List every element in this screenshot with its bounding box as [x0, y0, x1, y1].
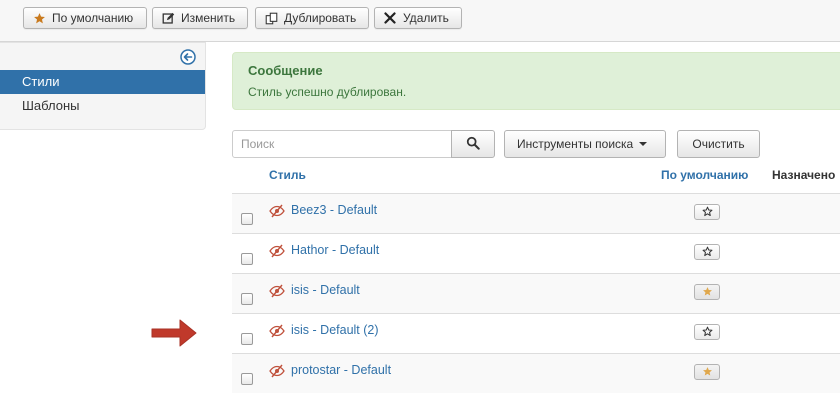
- duplicate-button[interactable]: Дублировать: [255, 7, 369, 29]
- eye-slash-icon: [269, 204, 285, 218]
- search-tools-button[interactable]: Инструменты поиска: [504, 130, 666, 158]
- clear-label: Очистить: [692, 137, 745, 151]
- clear-button[interactable]: Очистить: [677, 130, 760, 158]
- set-default-label: По умолчанию: [52, 11, 134, 25]
- duplicate-label: Дублировать: [284, 11, 357, 25]
- star-filled-icon: [702, 365, 713, 380]
- table-row: Beez3 - Default: [232, 193, 840, 233]
- style-name-link[interactable]: isis - Default (2): [291, 323, 379, 337]
- sidebar-item-label: Шаблоны: [22, 98, 80, 113]
- sidebar-item-styles[interactable]: Стили: [0, 70, 205, 94]
- style-name-link[interactable]: protostar - Default: [291, 363, 391, 377]
- search-input[interactable]: [232, 130, 452, 158]
- style-name-link[interactable]: Beez3 - Default: [291, 203, 377, 217]
- column-header-default[interactable]: По умолчанию: [661, 168, 748, 182]
- eye-slash-icon: [269, 244, 285, 258]
- eye-slash-icon: [269, 284, 285, 298]
- eye-slash-icon: [269, 364, 285, 378]
- row-checkbox[interactable]: [241, 213, 253, 225]
- toolbar: По умолчанию Изменить Дублировать Удалит…: [0, 0, 840, 42]
- table-row: Hathor - Default: [232, 233, 840, 273]
- search-tools-label: Инструменты поиска: [517, 137, 634, 151]
- message-heading: Сообщение: [248, 63, 323, 78]
- set-default-toggle[interactable]: [694, 204, 720, 220]
- copy-icon: [264, 11, 278, 25]
- star-icon: [32, 11, 46, 25]
- table-row: isis - Default: [232, 273, 840, 313]
- default-indicator: [694, 284, 720, 300]
- star-outline-icon: [702, 205, 713, 220]
- arrow-left-circle-icon[interactable]: [180, 49, 196, 65]
- row-checkbox[interactable]: [241, 253, 253, 265]
- chevron-down-icon: [639, 142, 648, 146]
- annotation-arrow-icon: [150, 315, 200, 351]
- edit-label: Изменить: [181, 11, 236, 25]
- table-row: protostar - Default: [232, 353, 840, 393]
- star-outline-icon: [702, 245, 713, 260]
- delete-button[interactable]: Удалить: [374, 7, 462, 29]
- star-filled-icon: [702, 285, 713, 300]
- style-name-link[interactable]: Hathor - Default: [291, 243, 379, 257]
- sidebar-item-label: Стили: [22, 74, 60, 89]
- column-header-style[interactable]: Стиль: [269, 168, 306, 182]
- set-default-toggle[interactable]: [694, 324, 720, 340]
- row-checkbox[interactable]: [241, 293, 253, 305]
- edit-icon: [161, 11, 175, 25]
- sidebar-item-templates[interactable]: Шаблоны: [0, 94, 205, 118]
- default-indicator: [694, 364, 720, 380]
- column-header-assigned: Назначено: [772, 168, 836, 182]
- set-default-toggle[interactable]: [694, 244, 720, 260]
- eye-slash-icon: [269, 324, 285, 338]
- close-icon: [383, 11, 397, 25]
- message-text: Стиль успешно дублирован.: [248, 85, 407, 99]
- sidebar: Стили Шаблоны: [0, 42, 206, 130]
- edit-button[interactable]: Изменить: [152, 7, 248, 29]
- success-message: Сообщение Стиль успешно дублирован.: [232, 52, 840, 110]
- star-outline-icon: [702, 325, 713, 340]
- row-checkbox[interactable]: [241, 373, 253, 385]
- set-default-button[interactable]: По умолчанию: [23, 7, 147, 29]
- table-row: isis - Default (2): [232, 313, 840, 353]
- row-checkbox[interactable]: [241, 333, 253, 345]
- search-icon: [466, 136, 480, 153]
- search-button[interactable]: [451, 130, 495, 158]
- delete-label: Удалить: [403, 11, 449, 25]
- style-name-link[interactable]: isis - Default: [291, 283, 360, 297]
